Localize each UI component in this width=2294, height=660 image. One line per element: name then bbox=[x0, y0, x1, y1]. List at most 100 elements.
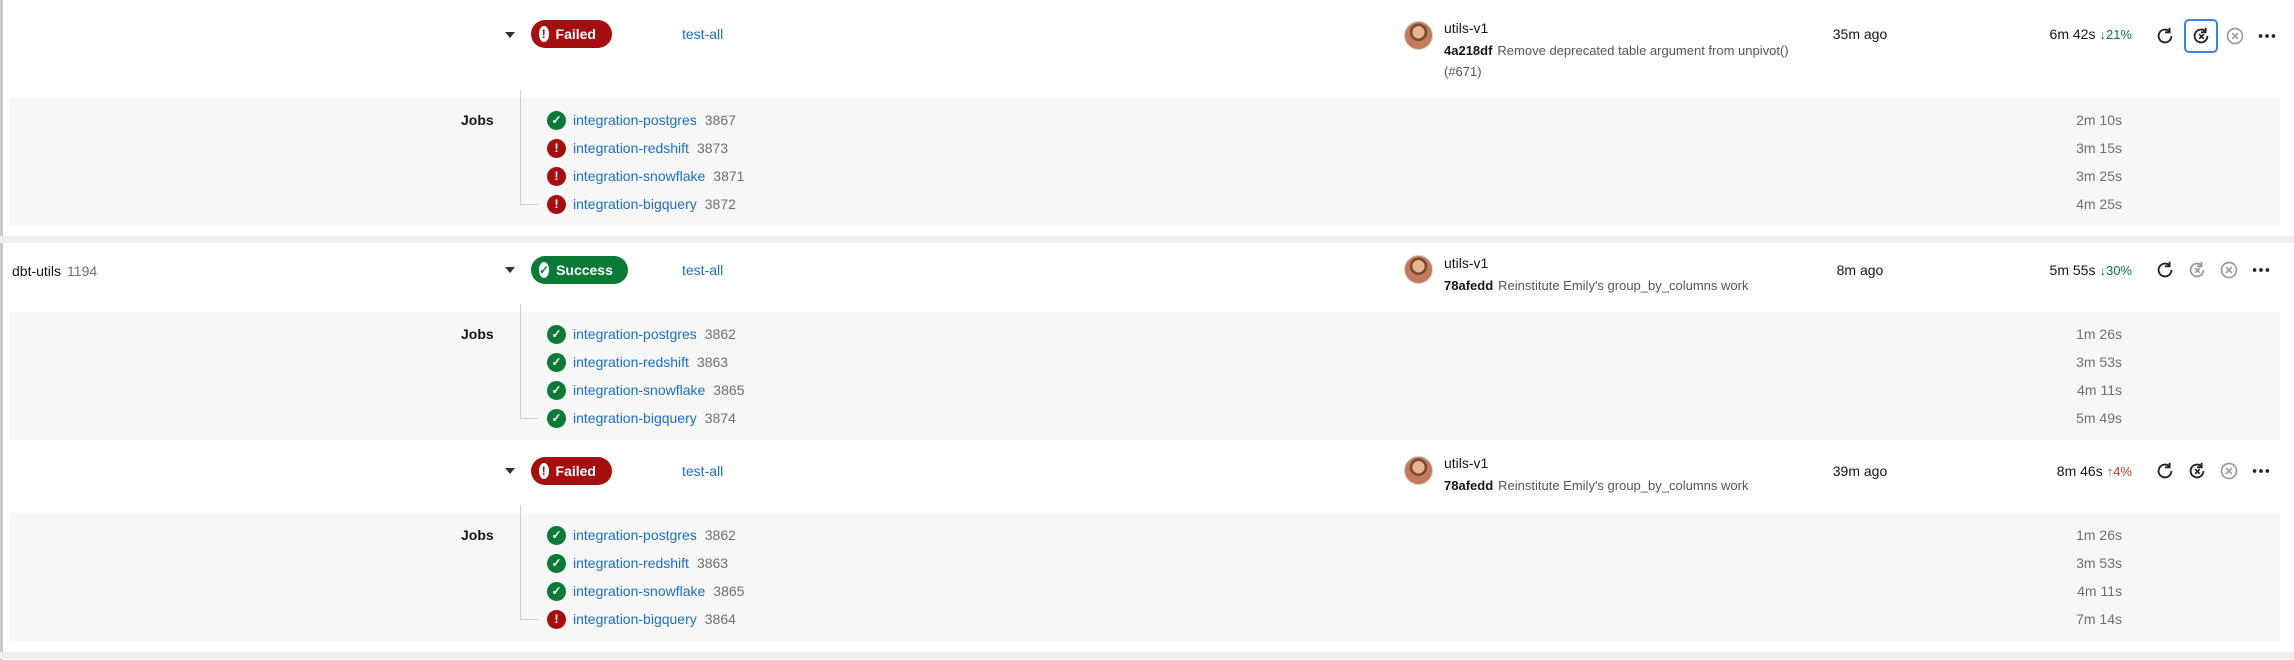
job-number: 3865 bbox=[713, 382, 745, 398]
collapse-caret-icon[interactable] bbox=[505, 267, 515, 273]
jobs-label: Jobs bbox=[461, 112, 494, 128]
commit-info[interactable]: 78afedd Reinstitute Emily's group_by_colu… bbox=[1444, 275, 1864, 296]
more-icon[interactable] bbox=[2248, 257, 2274, 283]
job-link[interactable]: integration-snowflake bbox=[573, 382, 705, 398]
duration-delta: ↓21% bbox=[2099, 27, 2132, 42]
pipeline-actions bbox=[2152, 19, 2286, 53]
job-duration: 5m 49s bbox=[2076, 410, 2122, 426]
status-badge[interactable]: ✓ Success bbox=[531, 256, 628, 284]
collapse-caret-icon[interactable] bbox=[505, 32, 515, 38]
rerun-failed-icon[interactable] bbox=[2184, 458, 2210, 484]
job-link[interactable]: integration-bigquery bbox=[573, 611, 697, 627]
more-icon[interactable] bbox=[2254, 23, 2280, 49]
job-number: 3863 bbox=[696, 354, 729, 370]
job-item: ! integration-bigquery 3872 bbox=[547, 193, 736, 215]
job-item: ! integration-bigquery 3864 bbox=[547, 608, 736, 630]
branch-name[interactable]: utils-v1 bbox=[1444, 455, 1488, 471]
tree-line bbox=[520, 619, 538, 620]
pipeline-row: dbt-utils 1194 ✓ Success test-all utils-v… bbox=[0, 243, 2294, 313]
job-duration: 3m 53s bbox=[2076, 354, 2122, 370]
check-icon: ✓ bbox=[547, 525, 566, 545]
rerun-failed-icon[interactable] bbox=[2184, 257, 2210, 283]
jobs-panel: Jobs ✓ integration-postgres 3862 1m 26s ✓ i… bbox=[10, 505, 2280, 641]
job-link[interactable]: integration-redshift bbox=[573, 140, 689, 156]
job-item: ! integration-snowflake 3871 bbox=[547, 165, 744, 187]
job-link[interactable]: integration-snowflake bbox=[573, 583, 705, 599]
job-link[interactable]: integration-postgres bbox=[573, 527, 697, 543]
job-number: 3873 bbox=[696, 140, 729, 156]
rerun-icon[interactable] bbox=[2152, 257, 2178, 283]
more-icon[interactable] bbox=[2248, 458, 2274, 484]
job-item: ✓ integration-redshift 3863 bbox=[547, 552, 728, 574]
exclamation-icon: ! bbox=[547, 166, 566, 186]
job-item: ✓ integration-bigquery 3874 bbox=[547, 407, 736, 429]
jobs-panel: Jobs ✓ integration-postgres 3867 2m 10s ! i… bbox=[10, 90, 2280, 226]
jobs-panel: Jobs ✓ integration-postgres 3862 1m 26s ✓ i… bbox=[10, 304, 2280, 440]
commit-message: Reinstitute Emily's group_by_columns wor… bbox=[1498, 478, 1749, 493]
job-link[interactable]: integration-redshift bbox=[573, 354, 689, 370]
project-name[interactable] bbox=[12, 473, 18, 489]
job-duration: 3m 25s bbox=[2076, 168, 2122, 184]
job-duration: 3m 53s bbox=[2076, 555, 2122, 571]
duration: 6m 42s ↓21% bbox=[2049, 26, 2132, 42]
job-link[interactable]: integration-snowflake bbox=[573, 168, 705, 184]
job-number: 3867 bbox=[704, 112, 736, 128]
job-link[interactable]: integration-bigquery bbox=[573, 196, 697, 212]
tree-line bbox=[520, 204, 538, 205]
cancel-icon[interactable] bbox=[2222, 23, 2248, 49]
job-duration: 2m 10s bbox=[2076, 112, 2122, 128]
rerun-failed-icon[interactable] bbox=[2184, 19, 2218, 53]
branch-name[interactable]: utils-v1 bbox=[1444, 20, 1488, 36]
status-badge[interactable]: ! Failed bbox=[531, 457, 612, 485]
workflow-link[interactable]: test-all bbox=[682, 463, 723, 479]
job-item: ✓ integration-redshift 3863 bbox=[547, 351, 728, 373]
workflow-link[interactable]: test-all bbox=[682, 26, 723, 42]
commit-sha: 78afedd bbox=[1444, 478, 1494, 493]
job-duration: 3m 15s bbox=[2076, 140, 2122, 156]
pipeline-row: ! Failed test-all utils-v1 4a218df Remove… bbox=[0, 0, 2294, 79]
commit-message: Reinstitute Emily's group_by_columns wor… bbox=[1498, 278, 1749, 293]
jobs-label: Jobs bbox=[461, 326, 494, 342]
project-name[interactable] bbox=[12, 30, 18, 46]
tree-line bbox=[520, 304, 521, 418]
time-ago: 8m ago bbox=[1836, 262, 1884, 278]
separator bbox=[0, 236, 2294, 243]
commit-sha: 4a218df bbox=[1444, 43, 1493, 58]
exclamation-icon: ! bbox=[547, 194, 566, 214]
avatar bbox=[1404, 456, 1433, 485]
collapse-caret-icon[interactable] bbox=[505, 468, 515, 474]
commit-info[interactable]: 4a218df Remove deprecated table argument … bbox=[1444, 40, 1804, 82]
status-badge[interactable]: ! Failed bbox=[531, 20, 612, 48]
cancel-icon[interactable] bbox=[2216, 257, 2242, 283]
tree-line bbox=[520, 90, 521, 204]
workflow-link[interactable]: test-all bbox=[682, 262, 723, 278]
rerun-icon[interactable] bbox=[2152, 23, 2178, 49]
job-duration: 4m 25s bbox=[2076, 196, 2122, 212]
avatar bbox=[1404, 21, 1433, 50]
job-number: 3863 bbox=[696, 555, 729, 571]
job-item: ! integration-redshift 3873 bbox=[547, 137, 728, 159]
job-number: 3872 bbox=[704, 196, 736, 212]
rerun-icon[interactable] bbox=[2152, 458, 2178, 484]
job-item: ✓ integration-snowflake 3865 bbox=[547, 379, 744, 401]
separator bbox=[0, 652, 2294, 659]
job-link[interactable]: integration-postgres bbox=[573, 112, 697, 128]
exclamation-icon: ! bbox=[539, 463, 549, 479]
job-link[interactable]: integration-redshift bbox=[573, 555, 689, 571]
pipeline-actions bbox=[2152, 455, 2280, 487]
time-ago: 35m ago bbox=[1832, 26, 1888, 42]
job-item: ✓ integration-postgres 3862 bbox=[547, 323, 736, 345]
branch-name[interactable]: utils-v1 bbox=[1444, 255, 1488, 271]
duration: 5m 55s ↓30% bbox=[2049, 262, 2132, 278]
job-link[interactable]: integration-bigquery bbox=[573, 410, 697, 426]
job-duration: 4m 11s bbox=[2077, 382, 2122, 398]
job-link[interactable]: integration-postgres bbox=[573, 326, 697, 342]
project-name[interactable]: dbt-utils 1194 bbox=[12, 263, 97, 279]
check-icon: ✓ bbox=[547, 408, 566, 428]
check-icon: ✓ bbox=[547, 352, 566, 372]
avatar bbox=[1404, 255, 1433, 284]
job-duration: 7m 14s bbox=[2076, 611, 2122, 627]
job-number: 3864 bbox=[704, 611, 736, 627]
check-icon: ✓ bbox=[547, 553, 566, 573]
cancel-icon[interactable] bbox=[2216, 458, 2242, 484]
